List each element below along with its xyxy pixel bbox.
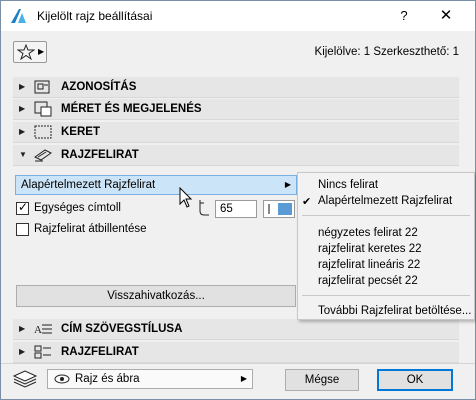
text-style-icon: A bbox=[34, 324, 52, 336]
id-icon bbox=[34, 80, 50, 94]
expand-arrow-icon: ▶ bbox=[19, 324, 26, 333]
expand-arrow-icon: ▶ bbox=[19, 104, 26, 113]
section-label: RAJZFELIRAT bbox=[61, 346, 139, 358]
menu-separator bbox=[302, 295, 470, 296]
checkmark-icon: ✔ bbox=[302, 196, 312, 208]
section-text-style[interactable]: ▶ A CÍM SZÖVEGSTÍLUSA bbox=[13, 319, 459, 340]
divider bbox=[268, 204, 270, 214]
menu-item-no-title[interactable]: Nincs felirat bbox=[318, 179, 378, 191]
title-type-menu: Nincs felirat ✔ Alapértelmezett Rajzfeli… bbox=[297, 172, 475, 320]
section-identification[interactable]: ▶ AZONOSÍTÁS bbox=[13, 77, 459, 98]
expand-arrow-icon: ▶ bbox=[19, 347, 26, 356]
star-icon bbox=[17, 44, 35, 60]
pen-number-input[interactable]: 65 bbox=[215, 200, 257, 218]
menu-item-default-title[interactable]: Alapértelmezett Rajzfelirat bbox=[318, 195, 452, 207]
section-drawing-title-params[interactable]: ▶ RAJZFELIRAT bbox=[13, 342, 459, 363]
mouse-cursor-icon bbox=[179, 187, 193, 208]
menu-item-title-framed[interactable]: rajzfelirat keretes 22 bbox=[318, 243, 422, 255]
menu-item-title-square[interactable]: négyzetes felirat 22 bbox=[318, 227, 418, 239]
flip-title-checkbox[interactable] bbox=[16, 223, 29, 236]
title-type-value: Alapértelmezett Rajzfelirat bbox=[21, 179, 156, 191]
title-type-select[interactable]: Alapértelmezett Rajzfelirat ▶ bbox=[15, 175, 297, 195]
ok-button[interactable]: OK bbox=[377, 369, 453, 391]
favorites-button[interactable]: ▶ bbox=[13, 41, 47, 63]
section-size-appearance[interactable]: ▶ MÉRET ÉS MEGJELENÉS bbox=[13, 99, 459, 120]
menu-item-title-linear[interactable]: rajzfelirat lineáris 22 bbox=[318, 259, 420, 271]
selection-info: Kijelölve: 1 Szerkeszthető: 1 bbox=[314, 46, 459, 58]
archicad-logo-icon bbox=[11, 9, 26, 23]
menu-separator bbox=[302, 215, 470, 216]
chevron-right-icon: ▶ bbox=[240, 374, 247, 383]
layers-icon bbox=[12, 370, 38, 388]
pen-icon bbox=[199, 200, 209, 216]
section-label: CÍM SZÖVEGSTÍLUSA bbox=[61, 323, 183, 335]
pen-color-picker[interactable] bbox=[263, 200, 295, 218]
menu-item-title-stamp[interactable]: rajzfelirat pecsét 22 bbox=[318, 275, 418, 287]
expand-arrow-icon: ▶ bbox=[19, 127, 26, 136]
eye-icon bbox=[54, 374, 70, 384]
section-frame[interactable]: ▶ KERET bbox=[13, 122, 459, 143]
size-appearance-icon bbox=[34, 101, 52, 117]
cancel-button[interactable]: Mégse bbox=[285, 369, 359, 391]
section-label: KERET bbox=[61, 126, 100, 138]
section-label: AZONOSÍTÁS bbox=[61, 81, 137, 93]
help-button[interactable]: ? bbox=[389, 5, 419, 27]
expand-arrow-icon: ▶ bbox=[19, 82, 26, 91]
drawing-title-params-icon bbox=[34, 345, 51, 359]
uniform-text-label: Egységes címtoll bbox=[34, 202, 121, 214]
pen-color-swatch bbox=[278, 203, 292, 215]
chevron-right-icon: ▶ bbox=[38, 47, 45, 56]
svg-text:A: A bbox=[34, 324, 42, 336]
section-label: RAJZFELIRAT bbox=[61, 149, 139, 161]
section-label: MÉRET ÉS MEGJELENÉS bbox=[61, 103, 202, 115]
collapse-arrow-icon: ▼ bbox=[19, 150, 27, 159]
menu-item-load-more[interactable]: További Rajzfelirat betöltése... bbox=[318, 305, 471, 317]
frame-icon bbox=[34, 125, 52, 139]
drawing-title-icon bbox=[34, 149, 52, 162]
dialog-window: Kijelölt rajz beállításai ? ✕ ▶ Kijelölv… bbox=[0, 0, 476, 400]
references-button[interactable]: Visszahivatkozás... bbox=[16, 285, 296, 307]
title-bar: Kijelölt rajz beállításai ? ✕ bbox=[1, 1, 475, 31]
window-title: Kijelölt rajz beállításai bbox=[37, 9, 153, 23]
close-button[interactable]: ✕ bbox=[431, 5, 461, 27]
flip-title-label: Rajzfelirat átbillentése bbox=[34, 223, 147, 235]
chevron-right-icon: ▶ bbox=[284, 180, 291, 189]
footer-divider bbox=[1, 363, 475, 364]
section-drawing-title[interactable]: ▼ RAJZFELIRAT bbox=[13, 145, 459, 166]
uniform-text-checkbox[interactable] bbox=[16, 200, 29, 215]
view-select[interactable]: Rajz és ábra ▶ bbox=[47, 369, 253, 389]
view-select-value: Rajz és ábra bbox=[75, 373, 140, 385]
